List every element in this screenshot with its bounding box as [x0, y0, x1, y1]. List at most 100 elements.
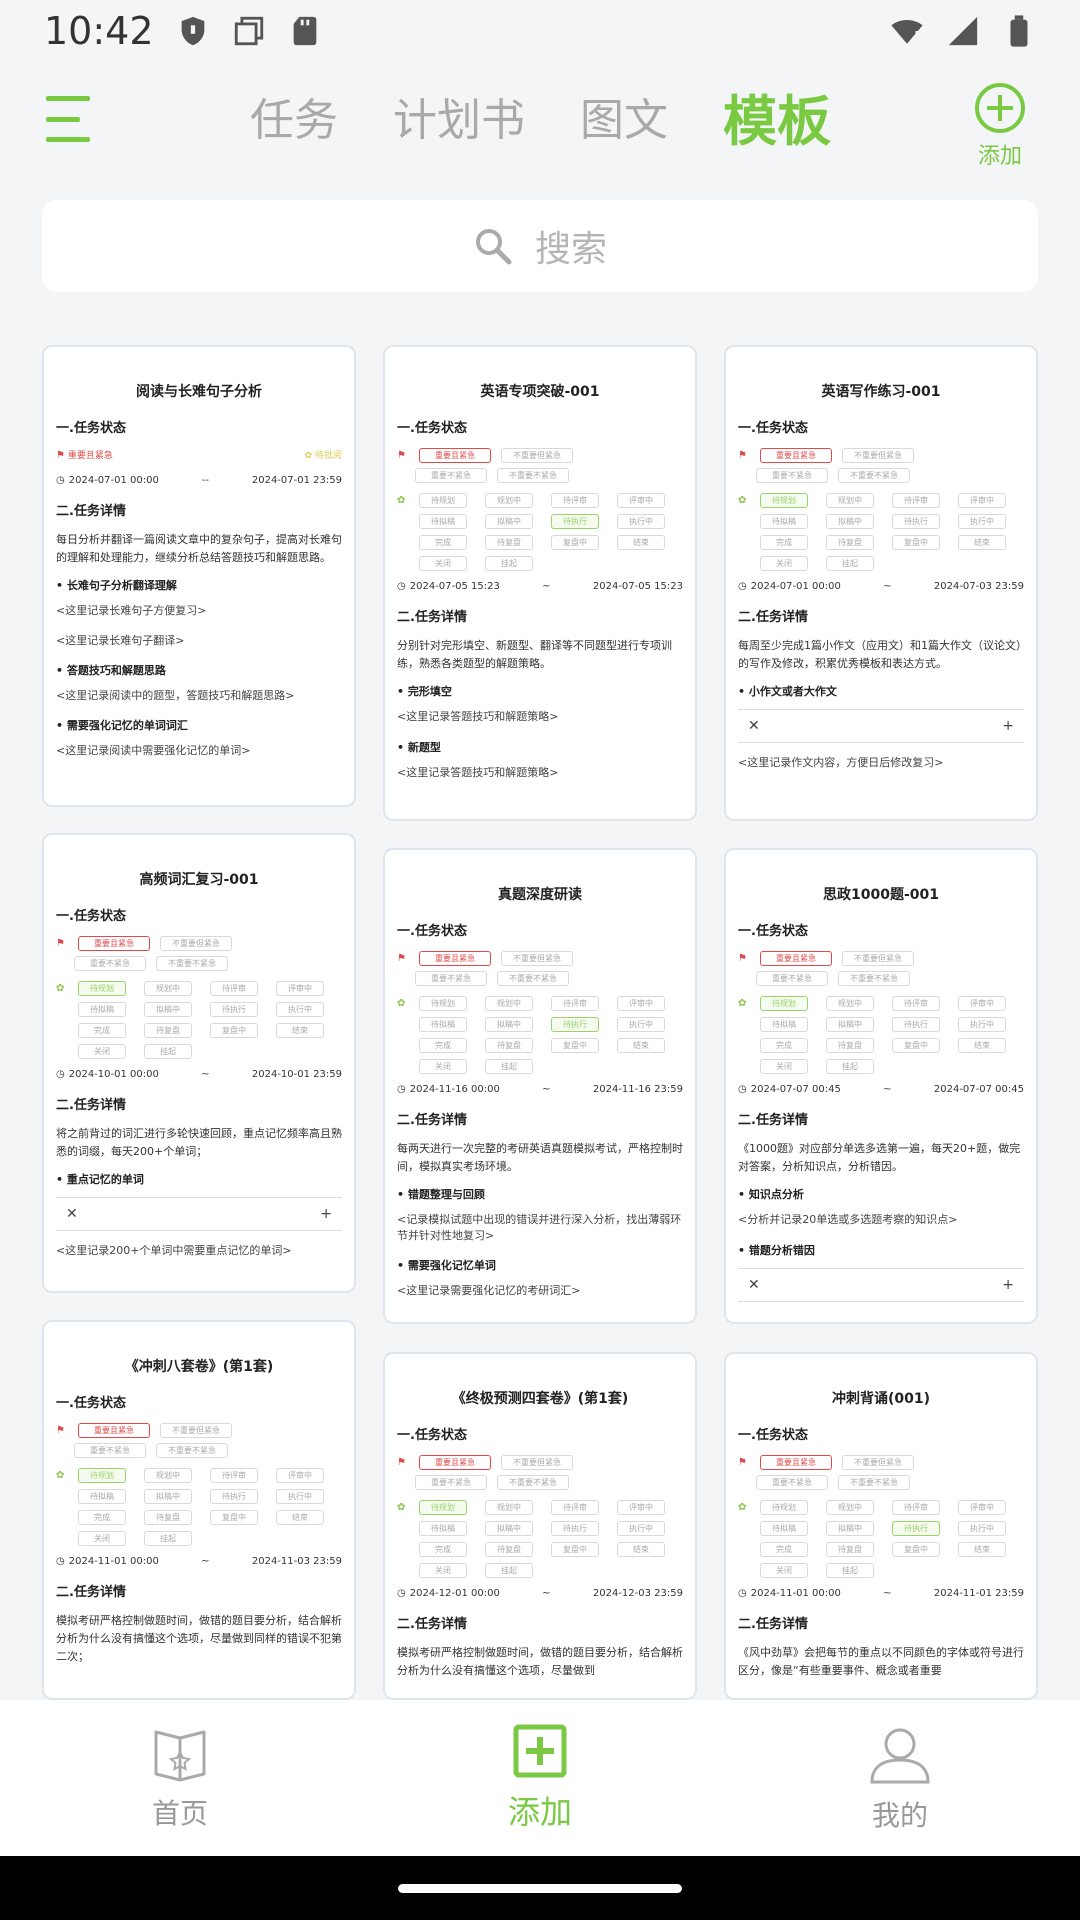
home-indicator[interactable] — [398, 1884, 682, 1893]
status-chip[interactable]: 规划中 — [144, 981, 192, 996]
status-chip[interactable]: 拟稿中 — [485, 1017, 533, 1032]
priority-chip[interactable]: 不重要不紧急 — [497, 468, 569, 483]
priority-chip[interactable]: 不重要不紧急 — [156, 1443, 228, 1458]
priority-chip[interactable]: 重要不紧急 — [74, 1443, 146, 1458]
status-chip[interactable]: 待复盘 — [144, 1023, 192, 1038]
status-chip[interactable]: 评审中 — [958, 996, 1006, 1011]
status-chip[interactable]: 拟稿中 — [485, 1521, 533, 1536]
priority-chip[interactable]: 重要不紧急 — [756, 468, 828, 483]
status-chip[interactable]: 挂起 — [826, 1059, 874, 1074]
status-chip[interactable]: 待执行 — [210, 1002, 258, 1017]
status-chip[interactable]: 复盘中 — [892, 535, 940, 550]
priority-chip[interactable]: 不重要但紧急 — [842, 1455, 914, 1470]
template-card[interactable]: 高频词汇复习-001 一.任务状态 ⚑ 重要且紧急 不重要但紧急 重要不紧急 不重要不… — [42, 833, 356, 1293]
status-chip[interactable]: 待规划 — [760, 996, 808, 1011]
template-card[interactable]: 真题深度研读 一.任务状态 ⚑ 重要且紧急 不重要但紧急 重要不紧急 不重要不紧急 ✿… — [383, 848, 697, 1324]
status-chip[interactable]: 结束 — [958, 1542, 1006, 1557]
status-chip[interactable]: 执行中 — [617, 1017, 665, 1032]
template-card[interactable]: 《终极预测四套卷》(第1套) 一.任务状态 ⚑ 重要且紧急 不重要但紧急 重要不紧急… — [383, 1352, 697, 1700]
status-chip[interactable]: 执行中 — [276, 1489, 324, 1504]
status-chip[interactable]: 挂起 — [485, 1563, 533, 1578]
close-icon[interactable]: ✕ — [66, 1206, 78, 1222]
status-chip[interactable]: 待拟稿 — [419, 1017, 467, 1032]
template-card[interactable]: 《冲刺八套卷》(第1套) 一.任务状态 ⚑ 重要且紧急 不重要但紧急 重要不紧急 不重… — [42, 1320, 356, 1700]
plus-icon[interactable]: + — [1002, 718, 1014, 734]
priority-chip[interactable]: 重要且紧急 — [760, 1455, 832, 1470]
status-chip[interactable]: 拟稿中 — [485, 514, 533, 529]
status-chip[interactable]: 复盘中 — [551, 1038, 599, 1053]
status-chip[interactable]: 复盘中 — [892, 1038, 940, 1053]
priority-chip[interactable]: 不重要但紧急 — [501, 1455, 573, 1470]
status-chip[interactable]: 完成 — [760, 535, 808, 550]
status-chip[interactable]: 待执行 — [892, 514, 940, 529]
priority-chip[interactable]: 重要不紧急 — [415, 971, 487, 986]
status-chip[interactable]: 执行中 — [958, 1017, 1006, 1032]
status-chip[interactable]: 关闭 — [760, 556, 808, 571]
status-chip[interactable]: 评审中 — [276, 1468, 324, 1483]
status-chip[interactable]: 待拟稿 — [78, 1002, 126, 1017]
status-chip[interactable]: 挂起 — [485, 556, 533, 571]
priority-chip[interactable]: 重要不紧急 — [415, 1475, 487, 1490]
status-chip[interactable]: 待拟稿 — [419, 1521, 467, 1536]
nav-home[interactable]: 首页 — [80, 1724, 280, 1832]
status-chip[interactable]: 关闭 — [78, 1044, 126, 1059]
status-chip[interactable]: 待评审 — [892, 996, 940, 1011]
status-chip[interactable]: 执行中 — [958, 514, 1006, 529]
status-chip[interactable]: 待评审 — [892, 1500, 940, 1515]
status-chip[interactable]: 复盘中 — [551, 1542, 599, 1557]
status-chip[interactable]: 规划中 — [485, 1500, 533, 1515]
status-chip[interactable]: 完成 — [419, 1038, 467, 1053]
priority-chip[interactable]: 不重要不紧急 — [497, 1475, 569, 1490]
status-chip[interactable]: 待复盘 — [485, 1038, 533, 1053]
template-card[interactable]: 思政1000题-001 一.任务状态 ⚑ 重要且紧急 不重要但紧急 重要不紧急 不重要… — [724, 848, 1038, 1324]
status-chip[interactable]: 结束 — [958, 1038, 1006, 1053]
status-chip[interactable]: 挂起 — [485, 1059, 533, 1074]
status-chip[interactable]: 规划中 — [826, 493, 874, 508]
status-chip[interactable]: 完成 — [760, 1542, 808, 1557]
status-chip[interactable]: 待规划 — [419, 493, 467, 508]
priority-chip[interactable]: 重要且紧急 — [78, 936, 150, 951]
template-card[interactable]: 阅读与长难句子分析 一.任务状态 ⚑ 重要且紧急 ✿ 待批阅 ◷ 2024-07-… — [42, 345, 356, 807]
status-chip[interactable]: 结束 — [958, 535, 1006, 550]
tab-templates[interactable]: 模板 — [723, 90, 831, 155]
status-chip[interactable]: 待复盘 — [485, 1542, 533, 1557]
status-chip[interactable]: 拟稿中 — [826, 1017, 874, 1032]
template-card[interactable]: 冲刺背诵(001) 一.任务状态 ⚑ 重要且紧急 不重要但紧急 重要不紧急 不重要不紧… — [724, 1352, 1038, 1700]
status-chip[interactable]: 待规划 — [419, 1500, 467, 1515]
status-chip[interactable]: 待执行 — [551, 1521, 599, 1536]
status-chip[interactable]: 待评审 — [210, 1468, 258, 1483]
status-chip[interactable]: 执行中 — [617, 1521, 665, 1536]
priority-chip[interactable]: 重要且紧急 — [760, 448, 832, 463]
status-chip[interactable]: 拟稿中 — [144, 1489, 192, 1504]
priority-chip[interactable]: 重要不紧急 — [756, 971, 828, 986]
status-chip[interactable]: 评审中 — [617, 996, 665, 1011]
priority-chip[interactable]: 重要不紧急 — [415, 468, 487, 483]
status-chip[interactable]: 执行中 — [276, 1002, 324, 1017]
add-button[interactable]: 添加 — [964, 82, 1036, 170]
status-chip[interactable]: 执行中 — [617, 514, 665, 529]
status-chip[interactable]: 待拟稿 — [419, 514, 467, 529]
status-chip[interactable]: 结束 — [276, 1510, 324, 1525]
note-text[interactable]: <这里记录200+个单词中需要重点记忆的单词> — [56, 1243, 342, 1258]
status-chip[interactable]: 待执行 — [551, 514, 599, 529]
status-chip[interactable]: 拟稿中 — [826, 1521, 874, 1536]
status-chip[interactable]: 规划中 — [144, 1468, 192, 1483]
status-chip[interactable]: 关闭 — [760, 1059, 808, 1074]
status-chip[interactable]: 待拟稿 — [78, 1489, 126, 1504]
priority-chip[interactable]: 重要且紧急 — [760, 951, 832, 966]
status-chip[interactable]: 挂起 — [144, 1531, 192, 1546]
priority-chip[interactable]: 重要不紧急 — [756, 1475, 828, 1490]
priority-chip[interactable]: 重要且紧急 — [419, 951, 491, 966]
status-chip[interactable]: 待复盘 — [485, 535, 533, 550]
status-chip[interactable]: 待执行 — [210, 1489, 258, 1504]
status-chip[interactable]: 待规划 — [78, 1468, 126, 1483]
plus-icon[interactable]: + — [1002, 1277, 1014, 1293]
priority-chip[interactable]: 重要且紧急 — [419, 1455, 491, 1470]
status-chip[interactable]: 完成 — [78, 1510, 126, 1525]
status-chip[interactable]: 完成 — [419, 1542, 467, 1557]
tab-tasks[interactable]: 任务 — [250, 90, 338, 155]
status-chip[interactable]: 待执行 — [892, 1017, 940, 1032]
status-chip[interactable]: 复盘中 — [551, 535, 599, 550]
status-chip[interactable]: 待规划 — [419, 996, 467, 1011]
priority-chip[interactable]: 不重要但紧急 — [501, 448, 573, 463]
